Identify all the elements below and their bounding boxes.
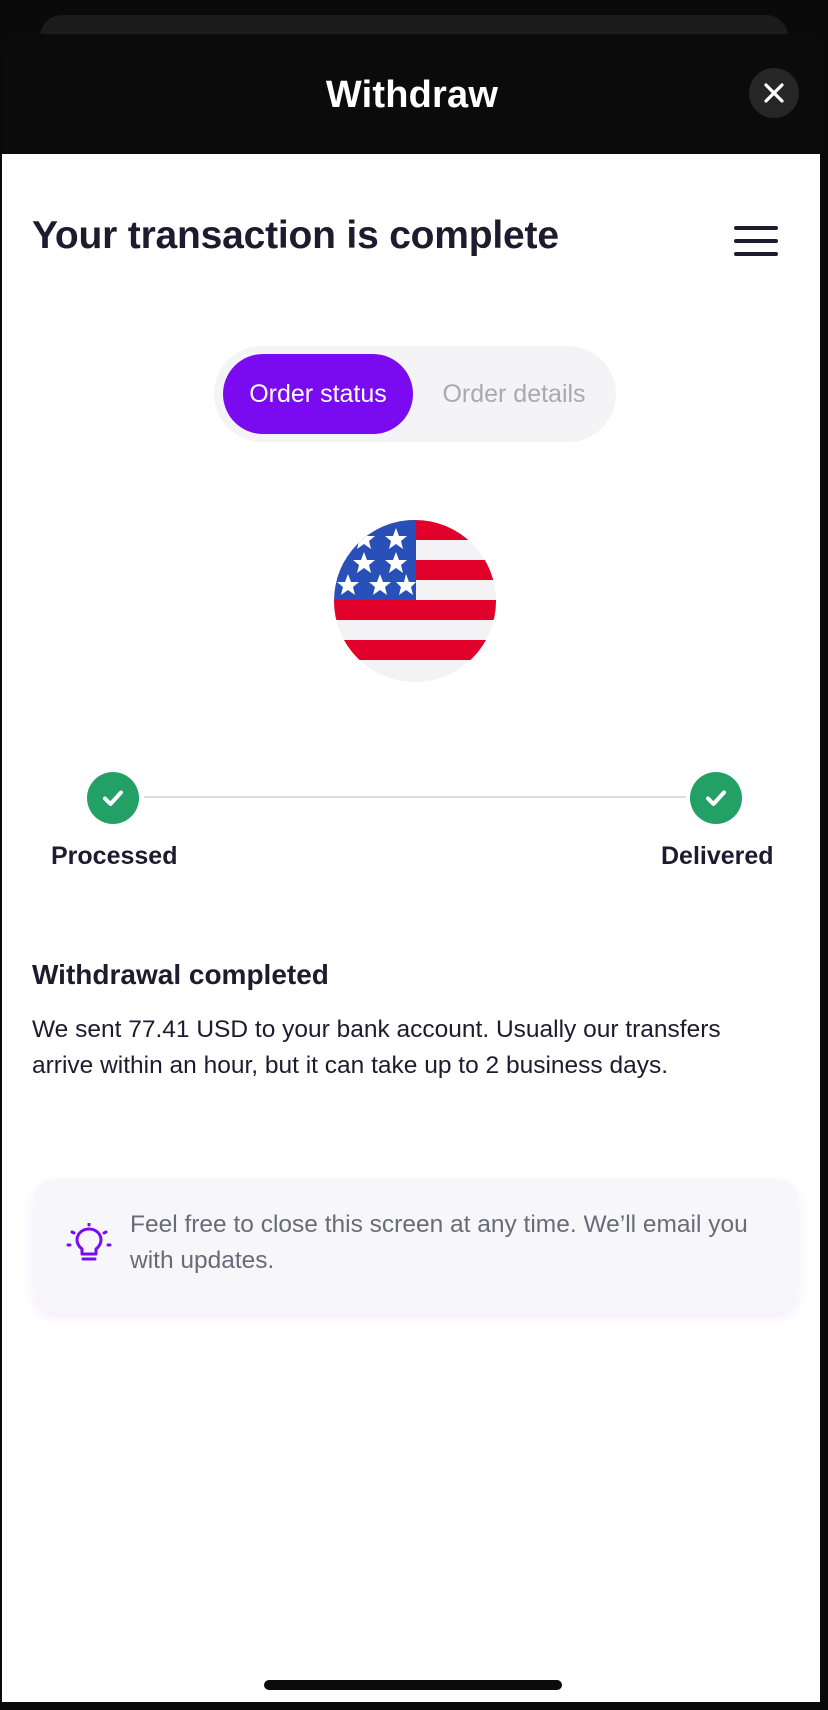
header-title: Withdraw <box>325 74 499 116</box>
close-icon <box>764 83 784 103</box>
home-indicator[interactable] <box>264 1680 562 1690</box>
modal-content: Your transaction is complete Order statu… <box>2 154 820 1702</box>
tip-text: Feel free to close this screen at any ti… <box>130 1211 748 1274</box>
order-tabs: Order status Order details <box>214 346 616 442</box>
menu-button[interactable] <box>734 226 778 258</box>
hamburger-menu-icon <box>734 226 778 256</box>
progress-tracker: Processed Delivered <box>2 768 820 870</box>
page-title: Your transaction is complete <box>32 214 559 257</box>
check-icon <box>87 772 139 824</box>
progress-line <box>144 796 686 798</box>
status-message: We sent 77.41 USD to your bank account. … <box>32 1016 721 1079</box>
tip-card: Feel free to close this screen at any ti… <box>34 1179 798 1313</box>
lightbulb-icon <box>66 1223 112 1261</box>
close-button[interactable] <box>749 68 799 118</box>
modal-header: Withdraw <box>2 34 822 154</box>
tab-order-status[interactable]: Order status <box>223 354 413 434</box>
step-label-processed: Processed <box>51 842 178 870</box>
screen-edge <box>820 34 828 1710</box>
us-flag-icon <box>334 520 496 682</box>
step-label-delivered: Delivered <box>661 842 774 870</box>
check-icon <box>690 772 742 824</box>
tab-order-details[interactable]: Order details <box>424 354 604 434</box>
status-title: Withdrawal completed <box>32 959 329 990</box>
